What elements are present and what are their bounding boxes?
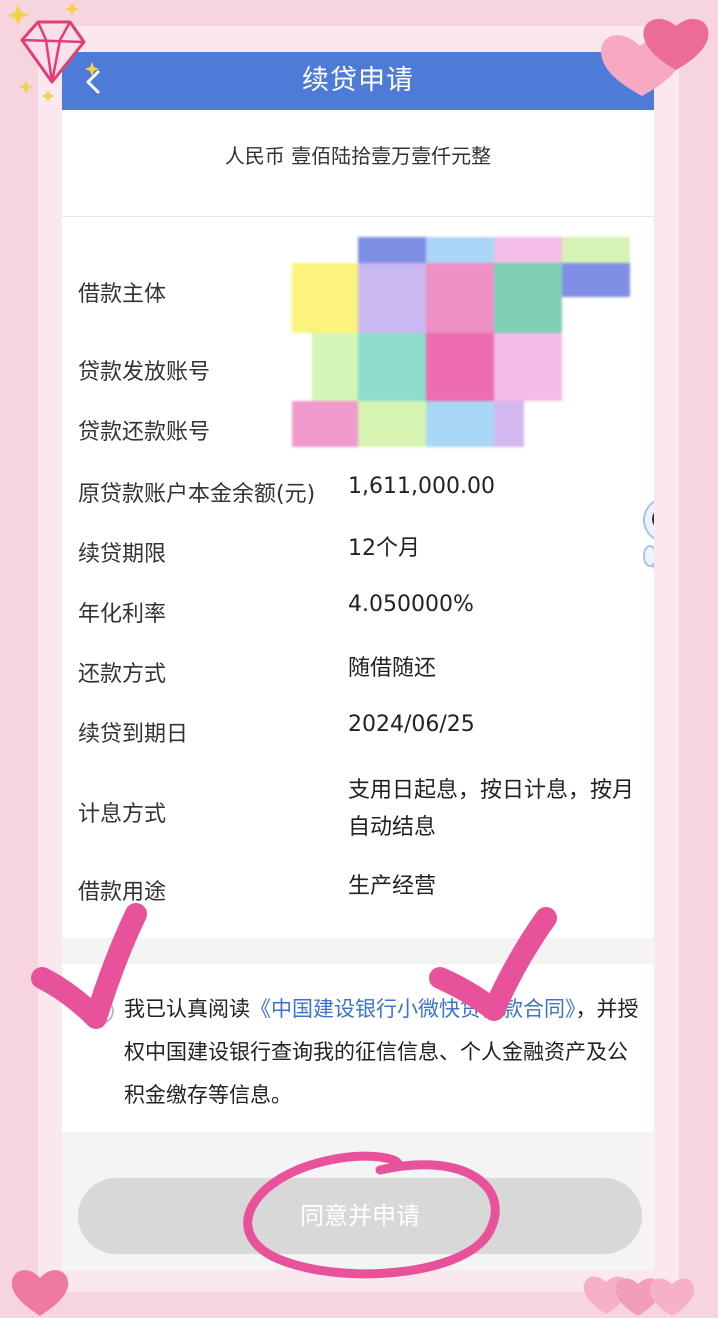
- detail-label: 续贷期限: [78, 542, 167, 567]
- agreement-checkbox[interactable]: [88, 998, 114, 1024]
- detail-value: 2024/06/25: [348, 712, 475, 737]
- detail-label: 续贷到期日: [78, 722, 189, 747]
- detail-value: 生产经营: [348, 874, 437, 899]
- detail-label: 借款主体: [78, 282, 167, 307]
- divider: [62, 216, 654, 217]
- page-title: 续贷申请: [302, 65, 414, 96]
- nav-bar: 续贷申请: [62, 52, 654, 110]
- detail-value: 支用日起息，按日计息，按月自动结息: [348, 778, 635, 840]
- detail-label: 贷款发放账号: [78, 360, 211, 385]
- section-gap: [62, 938, 654, 964]
- detail-label: 年化利率: [78, 602, 167, 627]
- detail-value: 1,611,000.00: [348, 474, 495, 499]
- amount-in-words: 人民币 壹佰陆拾壹万壹仟元整: [224, 144, 492, 168]
- detail-value: 随借随还: [348, 656, 437, 681]
- contract-link[interactable]: 《中国建设银行小微快贷借款合同》: [250, 997, 576, 1021]
- robot-assistant-icon[interactable]: [637, 482, 654, 588]
- detail-label: 还款方式: [78, 662, 167, 687]
- agreement-prefix: 我已认真阅读: [124, 997, 250, 1021]
- redaction-mosaic: [292, 237, 652, 447]
- detail-label: 借款用途: [78, 880, 167, 905]
- detail-label: 贷款还款账号: [78, 420, 211, 445]
- agreement-text: 我已认真阅读《中国建设银行小微快贷借款合同》，并授权中国建设银行查询我的征信信息…: [124, 988, 644, 1117]
- detail-value: 4.050000%: [348, 592, 474, 617]
- detail-value: 12个月: [348, 536, 420, 561]
- app-screen: 续贷申请 人民币 壹佰陆拾壹万壹仟元整 借款主体 贷款发放账号 贷款还款账号 原…: [62, 52, 654, 1270]
- detail-label: 计息方式: [78, 802, 167, 827]
- footer: 同意并申请: [62, 1132, 654, 1270]
- agreement-section: 我已认真阅读《中国建设银行小微快贷借款合同》，并授权中国建设银行查询我的征信信息…: [62, 964, 654, 1132]
- detail-label: 原贷款账户本金余额(元): [78, 482, 316, 507]
- agree-and-apply-button[interactable]: 同意并申请: [78, 1178, 642, 1254]
